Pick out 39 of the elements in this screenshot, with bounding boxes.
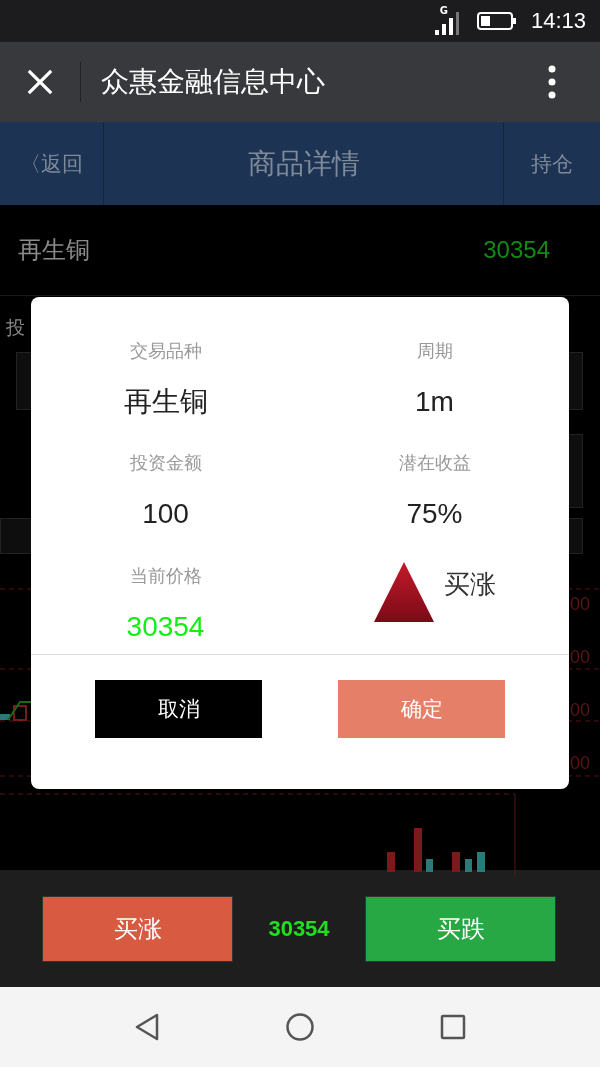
volume-bar <box>426 859 433 872</box>
cancel-button[interactable]: 取消 <box>95 680 262 738</box>
volume-bar <box>414 828 422 872</box>
battery-icon <box>476 11 517 31</box>
buy-up-button[interactable]: 买涨 <box>42 895 233 962</box>
volume-bar <box>477 852 485 872</box>
back-link[interactable]: 〈返回 <box>0 122 104 205</box>
product-name: 再生铜 <box>18 235 90 266</box>
clock: 14:13 <box>530 8 586 34</box>
field-label: 周期 <box>416 341 453 361</box>
page-title: 商品详情 <box>246 145 361 182</box>
field-value: 100 <box>142 499 189 530</box>
field-value: 30354 <box>126 611 205 642</box>
volume-bar <box>387 852 395 872</box>
volume-bar <box>465 859 472 872</box>
form-label: 投 <box>6 316 25 338</box>
field-label: 投资金额 <box>129 453 202 474</box>
buy-down-button[interactable]: 买跌 <box>365 895 556 962</box>
axis-label: 00 <box>569 753 590 773</box>
home-icon[interactable] <box>285 1012 315 1042</box>
direction-label: 买涨 <box>443 568 496 602</box>
field-label: 潜在收益 <box>398 453 471 474</box>
current-price: 30354 <box>268 915 330 942</box>
field-value: 再生铜 <box>123 387 208 417</box>
product-price: 30354 <box>483 236 550 264</box>
holdings-link[interactable]: 持仓 <box>503 122 600 205</box>
axis-label: 00 <box>569 700 590 720</box>
more-icon[interactable] <box>548 65 556 99</box>
field-value: 1m <box>415 387 454 417</box>
volume-bar <box>452 852 460 872</box>
axis-label: 00 <box>569 594 590 614</box>
network-type: G <box>439 5 448 16</box>
axis-label: 00 <box>569 647 590 667</box>
field-value: 75% <box>406 499 463 530</box>
field-label: 当前价格 <box>129 565 202 586</box>
field-label: 交易品种 <box>129 341 202 361</box>
confirm-button[interactable]: 确定 <box>338 680 505 738</box>
app-title: 众惠金融信息中心 <box>101 64 326 100</box>
close-icon[interactable] <box>26 68 54 96</box>
